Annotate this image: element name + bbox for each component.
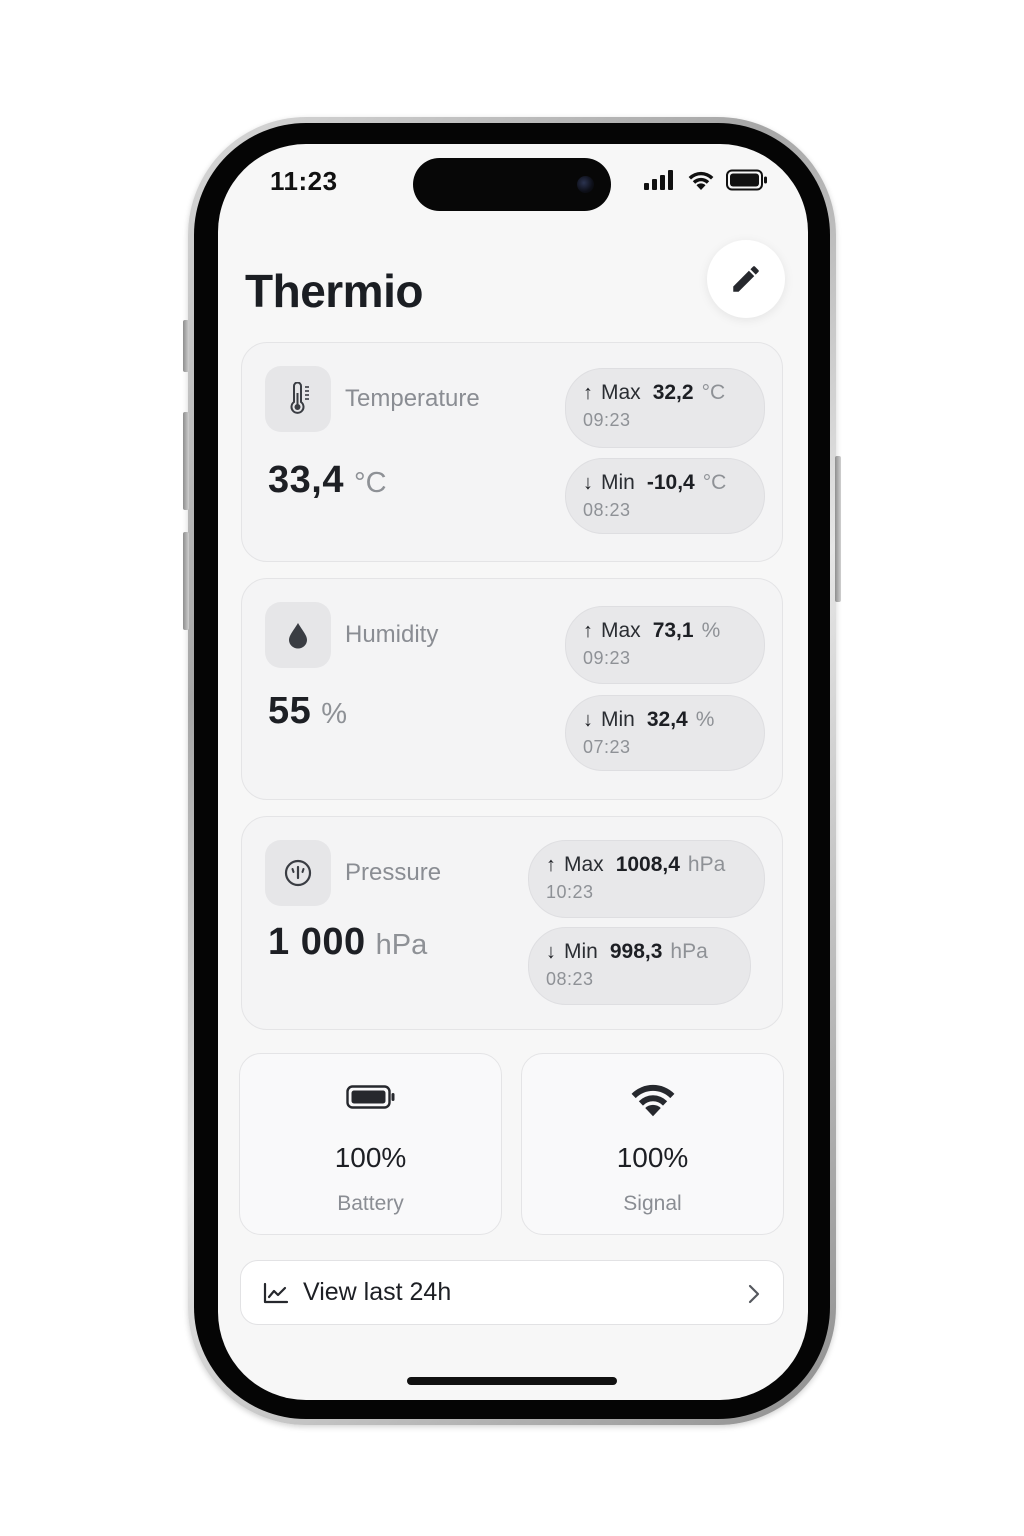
max-value: 1008,4 [615,853,680,876]
min-value: -10,4 [646,471,695,494]
gauge-icon-box [265,840,331,906]
view-history-button[interactable]: View last 24h [240,1260,784,1325]
max-label: Max [601,619,641,642]
battery-tile-icon-wrap [240,1084,501,1110]
min-time: 08:23 [546,969,594,989]
signal-label: Signal [623,1192,682,1215]
pressure-label: Pressure [345,859,442,886]
edit-button[interactable] [707,240,785,318]
humidity-card[interactable]: Humidity 55 % ↑ Max 73,1 % 09:23 ↓ Min 3… [241,578,783,800]
temperature-card[interactable]: Temperature 33,4 °C ↑ Max 32,2 °C 09:23 … [241,342,783,562]
side-button-silent [183,320,189,372]
humidity-reading: 55 % [268,690,347,733]
temperature-value: 33,4 [268,459,344,501]
max-unit: % [701,619,721,642]
status-icons [644,169,768,191]
signal-icon [644,170,673,190]
max-value: 32,2 [652,381,694,404]
pressure-card[interactable]: Pressure 1 000 hPa ↑ Max 1008,4 hPa 10:2… [241,816,783,1030]
humidity-label: Humidity [345,621,439,648]
arrow-up-icon: ↑ [583,382,593,404]
battery-icon [345,1085,394,1109]
humidity-value: 55 [268,690,312,732]
humidity-min-pill: ↓ Min 32,4 % 07:23 [565,695,765,771]
max-label: Max [564,853,604,876]
arrow-down-icon: ↓ [583,472,593,494]
thermometer-icon [290,382,309,414]
min-time: 08:23 [583,500,631,520]
min-label: Min [601,708,635,731]
temperature-reading: 33,4 °C [268,459,387,502]
pressure-value: 1 000 [268,921,366,963]
droplet-icon [289,623,307,649]
max-unit: °C [701,381,726,404]
min-unit: % [695,708,715,731]
temperature-min-pill: ↓ Min -10,4 °C 08:23 [565,458,765,534]
arrow-up-icon: ↑ [546,854,556,876]
arrow-down-icon: ↓ [583,709,593,731]
temperature-label: Temperature [345,385,480,412]
line-chart-icon [263,1282,289,1304]
max-value: 73,1 [652,619,694,642]
side-button-volume-down [183,532,189,630]
pressure-reading: 1 000 hPa [268,921,427,964]
wifi-icon [688,171,714,190]
max-unit: hPa [687,853,726,876]
battery-tile[interactable]: 100% Battery [239,1053,502,1235]
max-time: 09:23 [583,410,631,430]
app-screen: 11:23 Thermio Temperature 33,4 °C ↑ Max … [218,144,808,1400]
thermometer-icon-box [265,366,331,432]
pressure-unit: hPa [375,929,428,961]
status-time: 11:23 [270,166,338,196]
view-history-label: View last 24h [303,1278,452,1306]
arrow-up-icon: ↑ [583,620,593,642]
max-time: 10:23 [546,882,594,902]
min-time: 07:23 [583,737,631,757]
gauge-icon [284,859,312,887]
wifi-icon [631,1084,674,1117]
humidity-max-pill: ↑ Max 73,1 % 09:23 [565,606,765,684]
pressure-min-pill: ↓ Min 998,3 hPa 08:23 [528,927,751,1005]
temperature-max-pill: ↑ Max 32,2 °C 09:23 [565,368,765,448]
battery-value: 100% [334,1142,407,1173]
battery-label: Battery [337,1192,404,1215]
signal-tile-icon-wrap [522,1080,783,1118]
min-value: 998,3 [609,940,663,963]
app-title: Thermio [245,265,423,317]
droplet-icon-box [265,602,331,668]
min-label: Min [564,940,598,963]
max-time: 09:23 [583,648,631,668]
pencil-icon [733,266,759,292]
side-button-power [835,456,841,602]
pressure-max-pill: ↑ Max 1008,4 hPa 10:23 [528,840,765,918]
min-unit: hPa [670,940,708,963]
front-camera [577,176,594,193]
humidity-unit: % [321,698,348,730]
home-indicator[interactable] [407,1377,617,1385]
dynamic-island [413,158,611,211]
max-label: Max [601,381,641,404]
min-label: Min [601,471,635,494]
temperature-unit: °C [353,467,387,499]
battery-icon [726,169,767,191]
chevron-right-icon [748,1284,760,1304]
side-button-volume-up [183,412,189,510]
arrow-down-icon: ↓ [546,941,556,963]
signal-tile[interactable]: 100% Signal [521,1053,784,1235]
min-unit: °C [702,471,727,494]
signal-value: 100% [616,1142,689,1173]
min-value: 32,4 [646,708,688,731]
